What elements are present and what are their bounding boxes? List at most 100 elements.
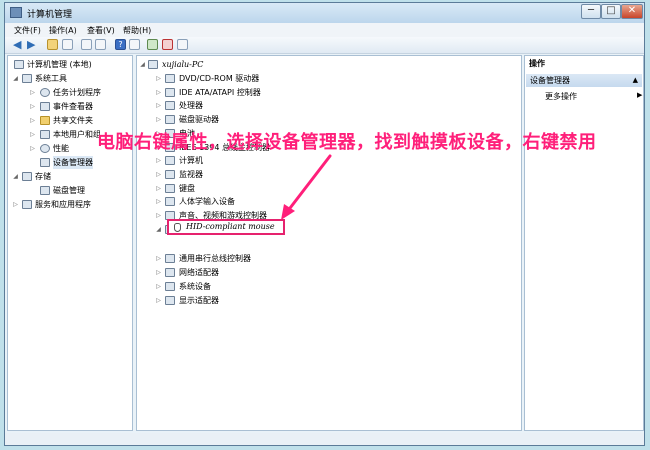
computer-icon [14,60,24,69]
tree-expander[interactable]: ▷ [154,86,163,99]
tree-expander[interactable]: ▷ [154,182,163,195]
submenu-arrow-icon: ▶ [637,91,643,99]
update-driver-icon[interactable] [147,39,158,50]
device-root-label: xujialu-PC [162,60,204,69]
tree-expander[interactable]: ▷ [154,252,163,265]
menu-view[interactable]: 查看(V) [87,25,115,36]
menu-help[interactable]: 帮助(H) [123,25,151,36]
tree-item-label: 本地用户和组 [53,130,101,139]
window-title: 计算机管理 [27,10,73,20]
folder-up-icon[interactable] [47,39,58,50]
hid-icon [165,197,175,207]
tree-expander[interactable]: ▷ [154,113,163,126]
services-icon [22,200,32,209]
tree-expander[interactable]: ◢ [138,58,147,71]
tree-expander[interactable]: ▷ [154,294,163,307]
tree-item-label: 计算机管理 (本地) [27,60,92,69]
tree-item-label: 任务计划程序 [53,88,101,97]
tools-icon [22,74,32,83]
device-category-label: 人体学输入设备 [179,197,235,207]
ide-icon [165,87,175,97]
properties-icon[interactable] [81,39,92,50]
users-icon [40,130,50,139]
export-icon[interactable] [95,39,106,50]
device-category-label: 监视器 [179,169,203,179]
tree-expander[interactable]: ▷ [154,168,163,181]
tree-expander[interactable]: ▷ [154,266,163,279]
annotation-text: 电脑右键属性，选择设备管理器，找到触摸板设备，右键禁用 [97,132,597,153]
clock-icon [40,88,50,97]
monitor-icon [165,169,175,179]
uninstall-icon[interactable] [162,39,173,50]
tree-expander[interactable]: ▷ [28,128,37,141]
console-tree: 计算机管理 (本地) ◢ 系统工具 ▷ 任务计划程序 ▷ 事件查看器 ▷ 共享文… [7,55,133,431]
minimize-button[interactable]: ─ [581,4,601,19]
device-manager-icon [40,158,50,167]
actions-section-label: 设备管理器 [530,76,570,85]
tree-item-label: 系统工具 [35,74,67,83]
title-bar[interactable]: 计算机管理 ─ □ ✕ [5,3,644,23]
more-actions-link[interactable]: 更多操作 ▶ [545,91,642,102]
show-hide-icon[interactable] [129,39,140,50]
tree-item-label: 设备管理器 [53,156,93,169]
mouse-icon [174,223,181,232]
tree-expander[interactable]: ▷ [28,114,37,127]
tree-expander[interactable]: ◢ [11,72,20,85]
device-category-label: 系统设备 [179,281,211,291]
tree-expander[interactable]: ◢ [154,223,163,236]
menu-bar: 文件(F) 操作(A) 查看(V) 帮助(H) [5,23,644,37]
tree-item-label: 共享文件夹 [53,116,93,125]
tree-expander[interactable]: ▷ [11,198,20,211]
close-button[interactable]: ✕ [621,4,643,19]
console-tree-icon[interactable] [62,39,73,50]
computer-icon [148,60,158,69]
cdrom-icon [165,74,175,83]
tree-expander[interactable]: ▷ [28,142,37,155]
tree-expander[interactable]: ◢ [11,170,20,183]
tree-item-label: 存储 [35,172,51,181]
maximize-button[interactable]: □ [601,4,621,19]
device-tree: ◢ xujialu-PC ▷ DVD/CD-ROM 驱动器 ▷ IDE ATA/ATA… [136,55,522,431]
back-icon[interactable]: ◀ [13,39,24,50]
tree-item-label: 磁盘管理 [53,186,85,195]
tree-expander[interactable]: ▷ [154,154,163,167]
computer-management-icon [10,7,22,18]
tree-expander[interactable]: ▷ [154,72,163,85]
device-category-label: 磁盘驱动器 [179,115,219,125]
menu-action[interactable]: 操作(A) [49,25,77,36]
tree-expander[interactable]: ▷ [154,99,163,112]
system-icon [165,281,175,291]
tree-item-label: 性能 [53,144,69,153]
help-icon[interactable]: ? [115,39,126,50]
usb-icon [165,254,175,264]
tree-item-label: 服务和应用程序 [35,200,91,209]
tree-expander[interactable]: ▷ [28,100,37,113]
storage-icon [22,172,32,181]
device-category-label: IDE ATA/ATAPI 控制器 [179,87,261,97]
actions-section-device-manager[interactable]: 设备管理器 ▲ [526,74,642,87]
network-icon [165,268,175,278]
tree-expander[interactable]: ▷ [154,280,163,293]
device-category-label: 网络适配器 [179,268,219,278]
event-icon [40,102,50,111]
device-category-label: 通用串行总线控制器 [179,254,251,264]
forward-icon[interactable]: ▶ [27,39,38,50]
tree-expander[interactable]: ▷ [154,209,163,222]
hid-compliant-mouse-item[interactable]: HID-compliant mouse [167,219,285,235]
tree-expander[interactable]: ▷ [154,195,163,208]
tree-expander[interactable]: ▷ [28,86,37,99]
computer-icon [165,156,175,166]
scan-hardware-icon[interactable] [177,39,188,50]
actions-header: 操作 [529,59,545,68]
collapse-arrow-icon[interactable]: ▲ [633,74,638,87]
status-bar [5,433,644,445]
keyboard-icon [165,183,175,193]
folder-icon [40,116,50,125]
toolbar: ◀ ▶ ? [5,37,644,54]
device-category-label: 显示适配器 [179,295,219,305]
device-category-label: 计算机 [179,156,203,166]
computer-management-window: 计算机管理 ─ □ ✕ 文件(F) 操作(A) 查看(V) 帮助(H) ◀ ▶ … [4,2,645,446]
menu-file[interactable]: 文件(F) [14,25,41,36]
device-category-label: DVD/CD-ROM 驱动器 [179,74,260,83]
disk-icon [165,115,175,125]
